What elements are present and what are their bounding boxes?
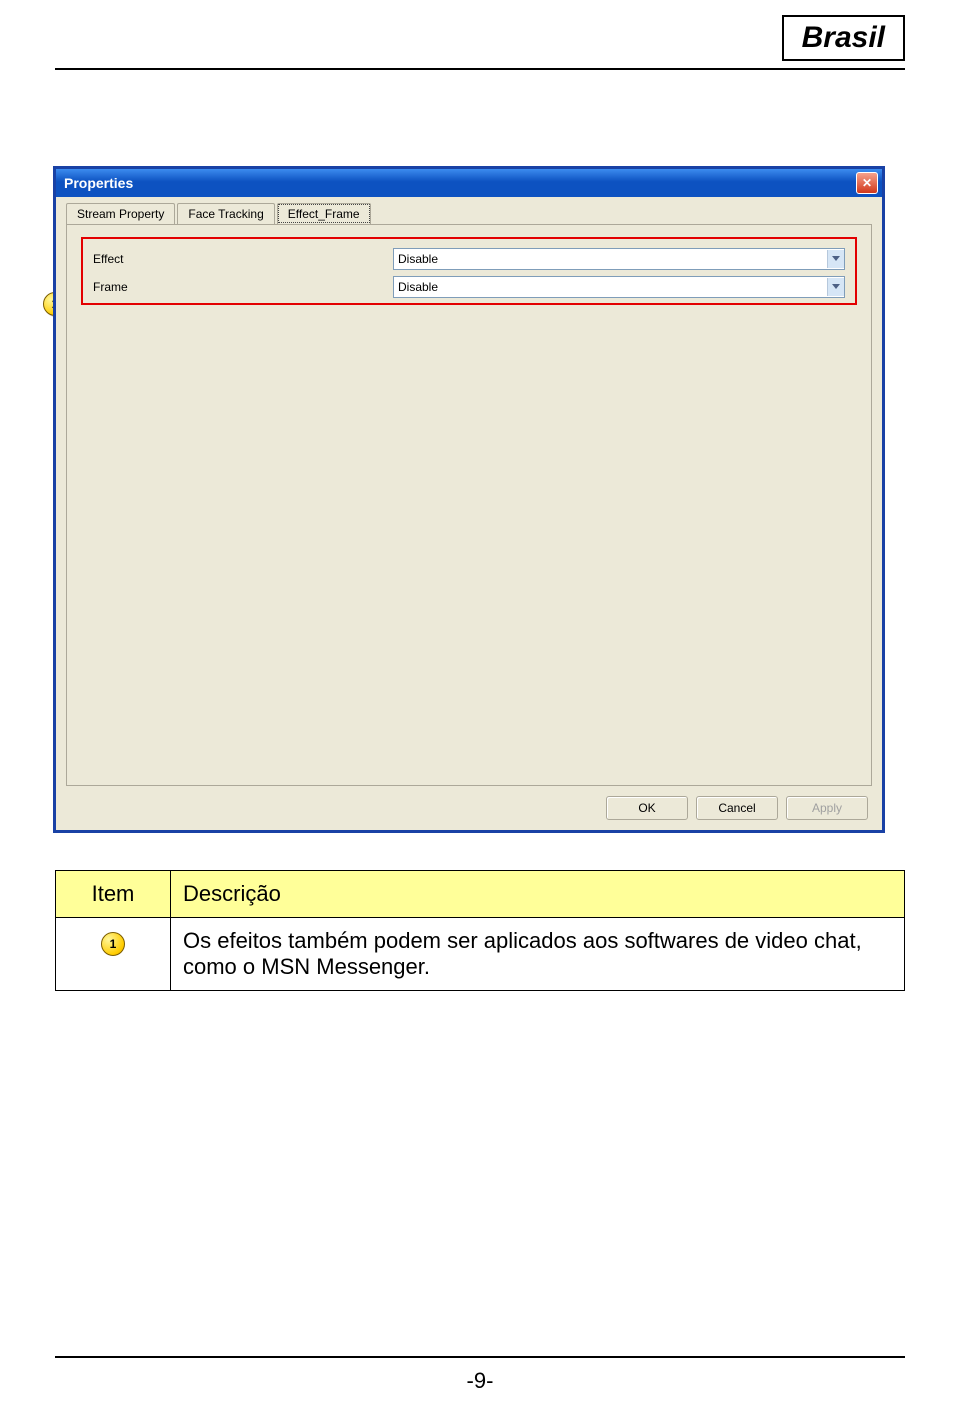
header-rule bbox=[55, 68, 905, 70]
table-cell-badge: 1 bbox=[56, 918, 171, 991]
table-row: 1 Os efeitos também podem ser aplicados … bbox=[56, 918, 905, 991]
apply-button[interactable]: Apply bbox=[786, 796, 868, 820]
frame-combo-button[interactable] bbox=[827, 278, 844, 296]
effect-row: Effect Disable bbox=[93, 247, 845, 271]
table-head-desc: Descrição bbox=[171, 871, 905, 918]
frame-value: Disable bbox=[398, 280, 438, 294]
highlighted-settings: Effect Disable Frame Disable bbox=[81, 237, 857, 305]
cancel-button[interactable]: Cancel bbox=[696, 796, 778, 820]
effect-combo-button[interactable] bbox=[827, 250, 844, 268]
region-label: Brasil bbox=[782, 15, 905, 61]
effect-value: Disable bbox=[398, 252, 438, 266]
effect-label: Effect bbox=[93, 252, 393, 266]
close-icon: ✕ bbox=[862, 176, 872, 190]
chevron-down-icon bbox=[832, 256, 840, 262]
table-head-item: Item bbox=[56, 871, 171, 918]
page-number: -9- bbox=[0, 1368, 960, 1394]
dialog-body: Stream Property Face Tracking Effect_Fra… bbox=[56, 197, 882, 830]
tab-effect-frame[interactable]: Effect_Frame bbox=[277, 203, 371, 224]
frame-row: Frame Disable bbox=[93, 275, 845, 299]
tab-panel: Effect Disable Frame Disable bbox=[66, 224, 872, 786]
footer-rule bbox=[55, 1356, 905, 1358]
tab-face-tracking[interactable]: Face Tracking bbox=[177, 203, 274, 224]
properties-dialog: Properties ✕ Stream Property Face Tracki… bbox=[53, 166, 885, 833]
effect-combo[interactable]: Disable bbox=[393, 248, 845, 270]
ok-button[interactable]: OK bbox=[606, 796, 688, 820]
frame-label: Frame bbox=[93, 280, 393, 294]
tab-strip: Stream Property Face Tracking Effect_Fra… bbox=[56, 197, 882, 224]
chevron-down-icon bbox=[832, 284, 840, 290]
tab-stream-property[interactable]: Stream Property bbox=[66, 203, 175, 224]
frame-combo[interactable]: Disable bbox=[393, 276, 845, 298]
table-cell-desc: Os efeitos também podem ser aplicados ao… bbox=[171, 918, 905, 991]
titlebar: Properties ✕ bbox=[56, 169, 882, 197]
dialog-title: Properties bbox=[64, 175, 133, 191]
row-badge-1: 1 bbox=[101, 932, 125, 956]
close-button[interactable]: ✕ bbox=[856, 172, 878, 194]
description-table: Item Descrição 1 Os efeitos também podem… bbox=[55, 870, 905, 991]
dialog-button-row: OK Cancel Apply bbox=[606, 796, 868, 820]
